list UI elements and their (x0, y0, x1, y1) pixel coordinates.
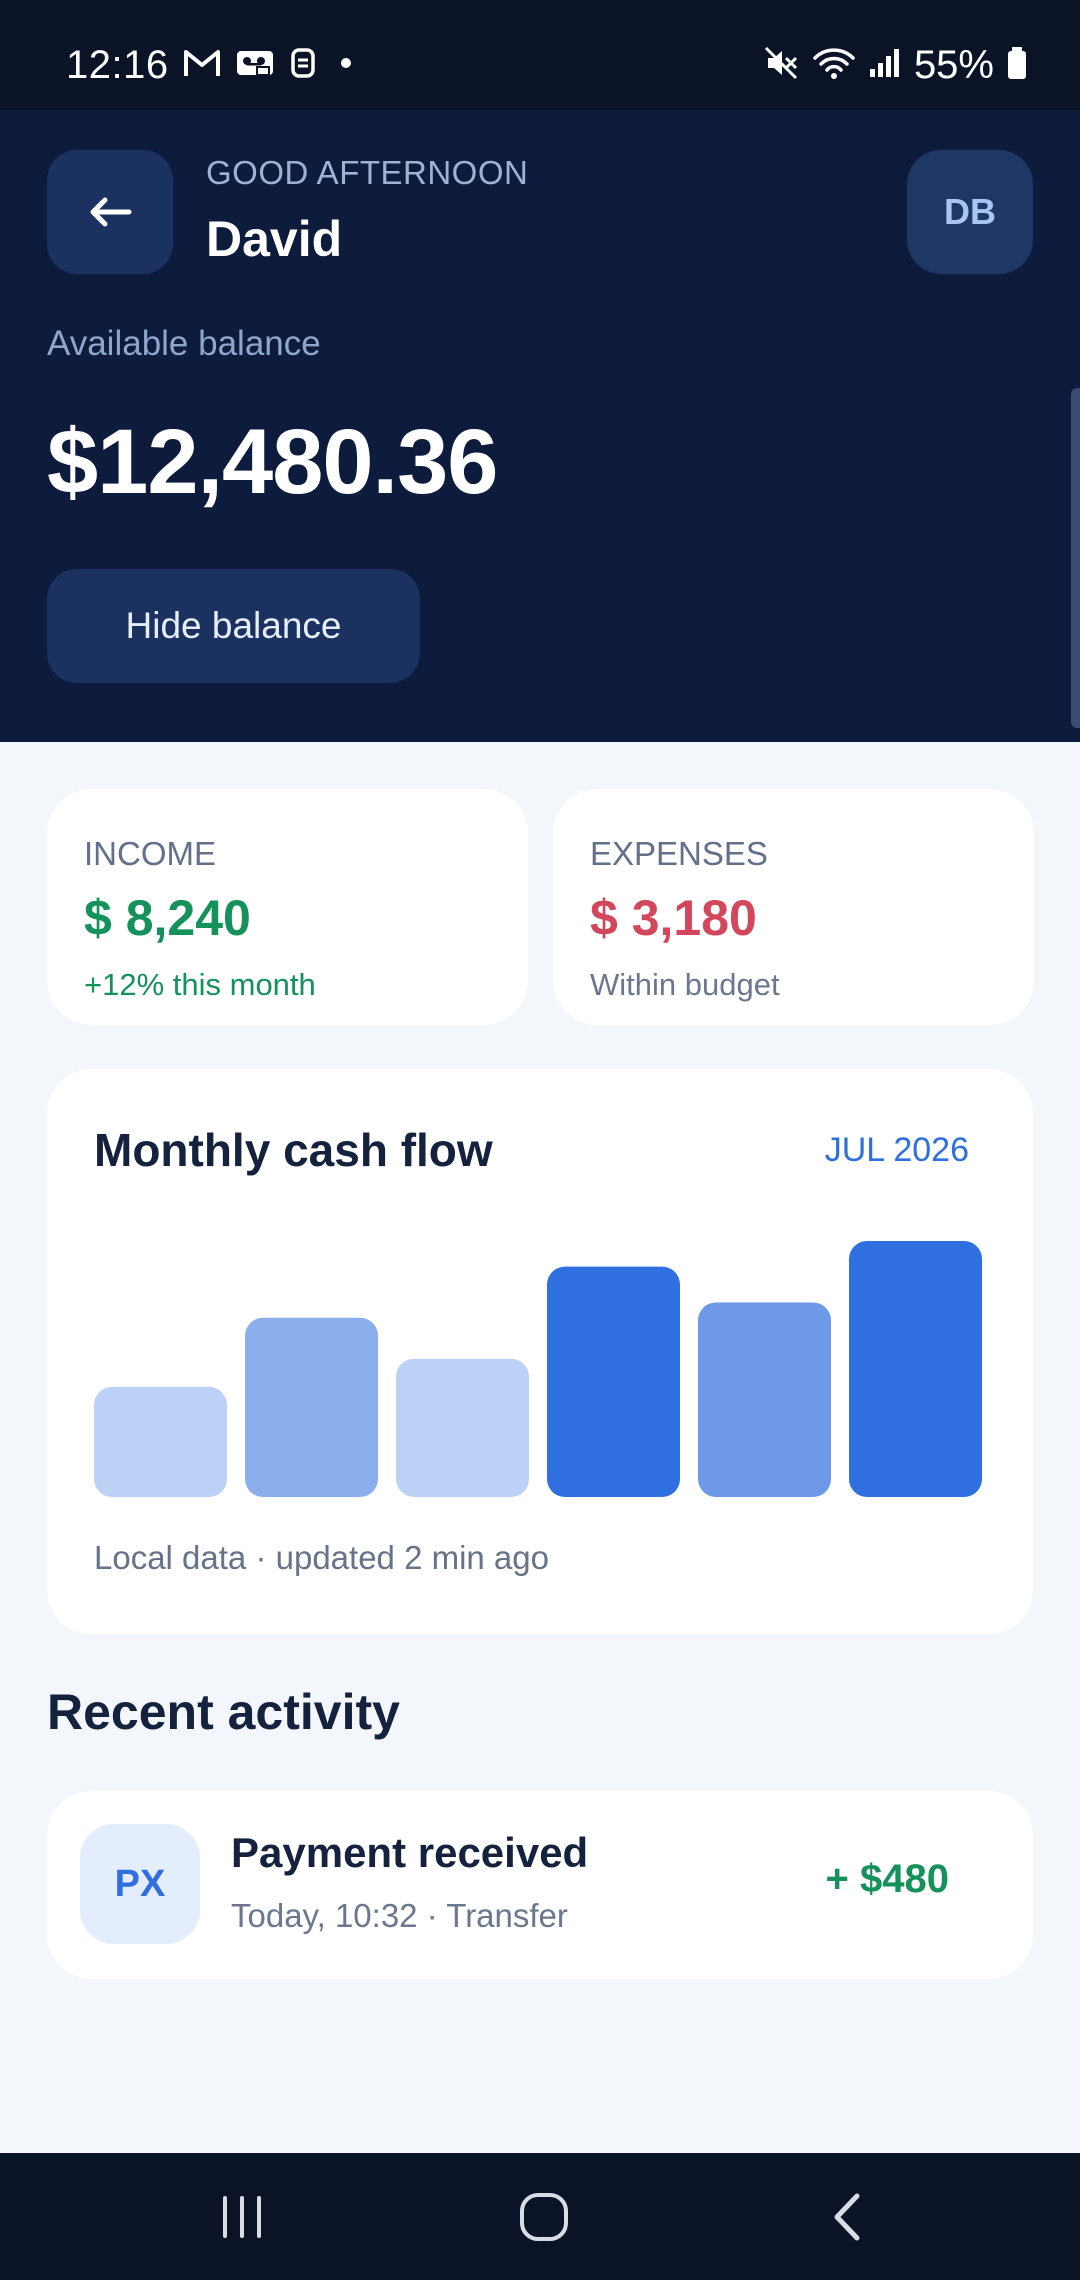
wifi-icon (812, 46, 856, 85)
expenses-amount: $ 3,180 (590, 890, 757, 946)
status-right: 55% (764, 40, 1028, 90)
recents-button[interactable] (162, 2153, 322, 2280)
user-name: David (206, 211, 343, 267)
expenses-card: EXPENSES $ 3,180 Within budget (553, 789, 1034, 1025)
chart-title: Monthly cash flow (94, 1124, 493, 1176)
chart-bar-2 (245, 1317, 378, 1497)
chart-bar-4 (547, 1266, 680, 1497)
activity-item[interactable]: PX Payment received Today, 10:32 · Trans… (47, 1791, 1033, 1979)
back-button[interactable] (47, 150, 173, 274)
recents-icon (223, 2195, 261, 2238)
activity-title: Payment received (231, 1829, 589, 1876)
back-icon (834, 2193, 860, 2240)
income-amount: $ 8,240 (84, 890, 251, 946)
sim-icon (289, 47, 317, 84)
hide-balance-button[interactable]: Hide balance (47, 569, 420, 683)
navigation-bar (0, 2153, 1080, 2280)
balance-label: Available balance (47, 324, 321, 363)
expenses-note: Within budget (590, 967, 780, 1002)
nav-back-button[interactable] (767, 2153, 927, 2280)
cash-flow-card: Monthly cash flow JUL 2026 Local data · … (47, 1069, 1033, 1634)
chart-bar-1 (94, 1386, 227, 1497)
arrow-left-icon (90, 197, 132, 227)
status-time: 12:16 (66, 42, 169, 87)
balance-header: GOOD AFTERNOON David DB Available balanc… (0, 110, 1080, 742)
chart-period[interactable]: JUL 2026 (825, 1131, 969, 1170)
scrollbar[interactable] (1071, 388, 1080, 728)
balance-amount: $12,480.36 (47, 411, 498, 513)
chart-bar-5 (698, 1302, 831, 1497)
income-note: +12% this month (84, 967, 316, 1002)
battery-percent: 55% (913, 42, 994, 87)
activity-badge: PX (80, 1824, 200, 1944)
home-icon (520, 2192, 568, 2241)
battery-icon (1006, 46, 1028, 85)
activity-meta: Today, 10:32 · Transfer (231, 1897, 568, 1934)
avatar[interactable]: DB (907, 150, 1033, 274)
chart-bar-6 (849, 1241, 982, 1497)
voicemail-icon (235, 47, 275, 84)
recent-activity-title: Recent activity (47, 1684, 400, 1740)
chart-footnote: Local data · updated 2 min ago (94, 1539, 549, 1576)
expenses-label: EXPENSES (590, 835, 768, 872)
status-bar: 12:16 55% (0, 0, 1080, 110)
chart-bar-3 (396, 1358, 529, 1497)
gmail-icon (183, 48, 221, 83)
income-label: INCOME (84, 835, 216, 872)
home-button[interactable] (464, 2153, 624, 2280)
greeting-text: GOOD AFTERNOON (206, 154, 529, 191)
activity-amount: + $480 (825, 1857, 949, 1901)
dot-icon (331, 48, 361, 83)
mute-icon (764, 46, 800, 85)
status-left: 12:16 (66, 40, 361, 90)
signal-icon (868, 47, 902, 84)
income-card: INCOME $ 8,240 +12% this month (47, 789, 528, 1025)
